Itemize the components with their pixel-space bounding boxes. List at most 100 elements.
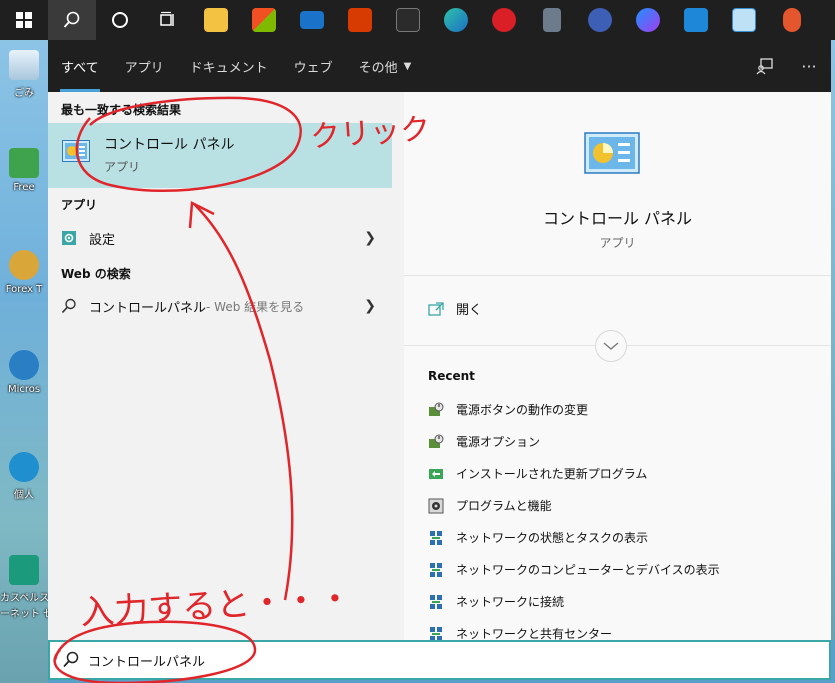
desktop-icon-personal[interactable]: 個人 — [0, 452, 48, 501]
office-icon — [348, 8, 372, 32]
taskbar-edge[interactable] — [432, 0, 480, 40]
taskbar-mail[interactable] — [288, 0, 336, 40]
expand-button[interactable] — [595, 330, 627, 362]
search-icon — [61, 298, 77, 314]
preview-header: コントロール パネル アプリ — [404, 92, 831, 276]
task-view-icon — [160, 11, 174, 26]
paint-palette-icon — [588, 8, 612, 32]
recent-item[interactable]: 電源オプション — [428, 433, 540, 450]
leaf-app-icon — [9, 148, 39, 178]
open-window-icon — [428, 301, 444, 316]
desktop: ごみ Free Forex T Micros 個人 カスペルス ーネット セ — [0, 40, 48, 683]
taskbar-control-panel[interactable] — [720, 0, 768, 40]
desktop-icon-free[interactable]: Free — [0, 148, 48, 193]
desktop-icon-forex[interactable]: Forex T — [0, 250, 48, 295]
calculator-icon — [543, 8, 561, 32]
open-action[interactable]: 開く — [428, 299, 482, 318]
chevron-right-icon: ❯ — [364, 298, 376, 314]
preview-app-name: コントロール パネル — [542, 209, 693, 228]
search-panel: すべて アプリ ドキュメント ウェブ その他 ▼ ··· 最も一致する検索結果 コ… — [48, 40, 831, 641]
network-icon — [430, 562, 442, 577]
annotation-click-text: クリック — [309, 111, 432, 156]
more-options-button[interactable]: ··· — [787, 40, 831, 92]
search-input[interactable] — [88, 652, 388, 668]
tab-documents[interactable]: ドキュメント — [177, 40, 281, 92]
taskbar-calculator[interactable] — [528, 0, 576, 40]
feedback-button[interactable] — [743, 40, 787, 92]
kaspersky-app-icon — [9, 555, 39, 585]
programs-icon — [428, 498, 444, 513]
feedback-icon — [756, 58, 773, 75]
panel-header: すべて アプリ ドキュメント ウェブ その他 ▼ ··· — [48, 40, 831, 92]
settings-gear-icon — [61, 230, 77, 246]
start-button[interactable] — [0, 0, 48, 40]
desktop-icon-microsoft-edge[interactable]: Micros — [0, 350, 48, 395]
best-match-heading: 最も一致する検索結果 — [61, 103, 182, 117]
control-panel-icon — [62, 140, 90, 162]
cortana-icon — [112, 12, 128, 28]
search-box[interactable] — [48, 640, 831, 680]
search-tabs: すべて アプリ ドキュメント ウェブ その他 ▼ — [48, 40, 424, 92]
taskbar — [0, 0, 835, 40]
taskbar-creative-cloud[interactable] — [480, 0, 528, 40]
edge-profile-icon — [9, 452, 39, 482]
tab-web[interactable]: ウェブ — [281, 40, 346, 92]
vscode-icon — [684, 8, 708, 32]
terminal-icon — [396, 8, 420, 32]
taskbar-vscode[interactable] — [672, 0, 720, 40]
network-icon — [430, 594, 442, 609]
mail-icon — [300, 11, 324, 29]
recent-heading: Recent — [428, 369, 475, 383]
windows-logo-icon — [16, 12, 32, 28]
store-icon — [252, 8, 276, 32]
recent-item[interactable]: 電源ボタンの動作の変更 — [428, 401, 588, 418]
power-options-icon — [429, 434, 444, 448]
desktop-icon-kaspersky[interactable]: カスペルス ーネット セ — [0, 555, 48, 620]
cortana-button[interactable] — [96, 0, 144, 40]
power-options-icon — [429, 402, 444, 416]
tab-all[interactable]: すべて — [48, 40, 112, 92]
taskbar-file-explorer[interactable] — [192, 0, 240, 40]
chevron-right-icon: ❯ — [364, 230, 376, 246]
caret-down-icon: ▼ — [403, 60, 412, 72]
apps-heading: アプリ — [61, 198, 98, 212]
taskbar-office[interactable] — [336, 0, 384, 40]
recent-item[interactable]: ネットワークに接続 — [428, 593, 564, 610]
control-panel-icon — [732, 8, 756, 32]
search-icon — [63, 11, 80, 28]
recycle-bin-icon — [9, 50, 39, 80]
results-list: 最も一致する検索結果 コントロール パネル アプリ アプリ 設定 ❯ Web の… — [48, 92, 404, 640]
creative-cloud-icon — [492, 8, 516, 32]
result-settings[interactable]: 設定 ❯ — [48, 222, 392, 254]
best-match-type: アプリ — [104, 160, 141, 174]
tab-apps[interactable]: アプリ — [112, 40, 177, 92]
recent-item[interactable]: インストールされた更新プログラム — [428, 465, 647, 482]
taskbar-app-extra[interactable] — [768, 0, 816, 40]
task-view-button[interactable] — [144, 0, 192, 40]
best-match-name: コントロール パネル — [104, 137, 235, 153]
app-icon — [783, 8, 801, 32]
preview-pane: コントロール パネル アプリ 開く Recent 電源ボタンの動作の変更 電源オ… — [404, 92, 831, 641]
messenger-icon — [636, 8, 660, 32]
edge-app-icon — [9, 350, 39, 380]
edge-icon — [444, 8, 468, 32]
taskbar-microsoft-store[interactable] — [240, 0, 288, 40]
recent-item[interactable]: プログラムと機能 — [428, 497, 552, 514]
forex-app-icon — [9, 250, 39, 280]
taskbar-paint[interactable] — [576, 0, 624, 40]
search-icon — [63, 651, 79, 668]
tab-more[interactable]: その他 ▼ — [346, 40, 425, 92]
search-button[interactable] — [48, 0, 96, 40]
preview-app-type: アプリ — [599, 236, 636, 250]
recent-item[interactable]: ネットワークのコンピューターとデバイスの表示 — [428, 561, 720, 578]
web-search-heading: Web の検索 — [61, 267, 131, 281]
result-web-search[interactable]: コントロールパネル - Web 結果を見る ❯ — [48, 290, 392, 322]
recent-item[interactable]: ネットワークの状態とタスクの表示 — [428, 529, 648, 546]
taskbar-terminal[interactable] — [384, 0, 432, 40]
desktop-icon-recycle-bin[interactable]: ごみ — [0, 50, 48, 99]
chevron-down-icon — [603, 342, 619, 350]
folder-icon — [204, 8, 228, 32]
control-panel-large-icon — [584, 132, 640, 174]
taskbar-messenger[interactable] — [624, 0, 672, 40]
updates-icon — [429, 468, 443, 479]
